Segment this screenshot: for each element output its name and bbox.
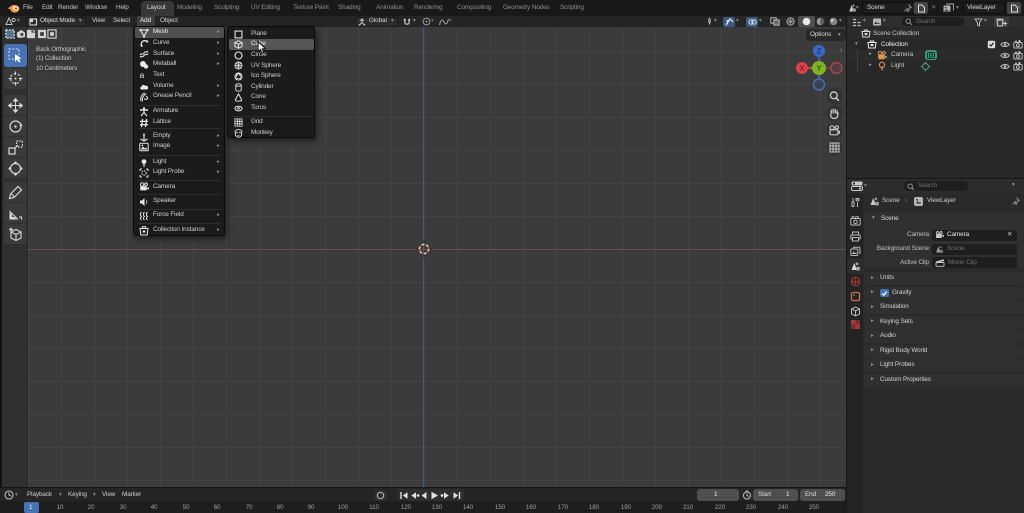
svg-text:Z: Z xyxy=(817,47,822,56)
svg-text:Y: Y xyxy=(816,64,822,73)
svg-text:X: X xyxy=(800,64,805,73)
